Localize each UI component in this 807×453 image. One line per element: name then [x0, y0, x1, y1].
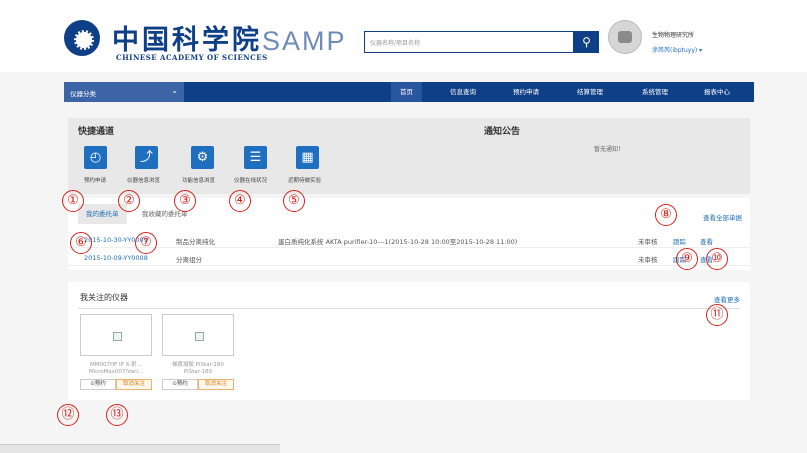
- see-more-link[interactable]: 查看更多: [714, 294, 740, 304]
- annotation-7: ⑦: [135, 232, 157, 254]
- logo-english: CHINESE ACADEMY OF SCIENCES: [116, 53, 268, 62]
- calendar-icon: ▦: [301, 150, 314, 165]
- annotation-1: ①: [62, 190, 84, 212]
- track-link[interactable]: 跟踪: [673, 236, 686, 246]
- instrument-model: PiStar-180: [183, 369, 213, 375]
- user-menu[interactable]: 涂芮芮(ibptuyy) ▾: [652, 45, 702, 54]
- view-all-orders-link[interactable]: 查看全部单据: [703, 212, 742, 222]
- annotation-8: ⑧: [655, 204, 677, 226]
- instrument-model: MicroMax007/Vari...: [88, 369, 144, 375]
- annotation-4: ④: [229, 190, 251, 212]
- instrument-card: 梯度凝胶 PiStar-180 PiStar-180 ⊙预约 取消关注: [162, 314, 234, 390]
- book-button[interactable]: ⊙预约: [80, 379, 116, 390]
- divider: [78, 308, 740, 309]
- logo-chinese: 中国科学院: [112, 25, 262, 56]
- chevron-down-icon: ⌄: [171, 86, 178, 95]
- booking-shortcut-label: 预约申请: [84, 178, 107, 184]
- function-browse-label: 功能信息浏览: [182, 178, 216, 184]
- table-row: 2015-10-09-YY0008 分离组分 未审核 跟踪 查看: [68, 250, 750, 266]
- unfollow-button[interactable]: 取消关注: [116, 379, 152, 390]
- annotation-5: ⑤: [283, 190, 305, 212]
- book-button[interactable]: ⊙预约: [162, 379, 198, 390]
- list-icon: ☰: [249, 150, 262, 165]
- main-nav: 仪器分类 ⌄ 首页 信息查询 预约申请 结算管理 系统管理 报表中心: [64, 82, 754, 102]
- search-input[interactable]: 仪器名称/项目名称: [364, 31, 574, 53]
- annotation-12: ⑫: [57, 404, 79, 426]
- notice-empty-text: 暂无通知！: [594, 146, 625, 153]
- online-status-button[interactable]: ☰: [244, 146, 267, 169]
- instrument-browse-button[interactable]: ⤴: [135, 146, 158, 169]
- upcoming-experiments-button[interactable]: ▦: [296, 146, 319, 169]
- order-detail: 蛋白质纯化系统 AKTA purifier-10---1(2015-10-28 …: [278, 238, 518, 246]
- browser-status-bar: [0, 444, 280, 453]
- annotation-9: ⑨: [676, 248, 698, 270]
- followed-instruments-section: 我关注的仪器 查看更多 MM007HF IP X-射... MicroMax00…: [68, 282, 750, 400]
- category-dropdown[interactable]: 仪器分类 ⌄: [64, 82, 184, 102]
- order-status: 未审核: [638, 238, 658, 246]
- instrument-image[interactable]: [162, 314, 234, 356]
- order-status: 未审核: [638, 256, 658, 264]
- avatar[interactable]: [608, 20, 642, 54]
- instrument-browse-label: 仪器信息浏览: [127, 178, 161, 184]
- instrument-name[interactable]: MM007HF IP X-射...: [80, 360, 152, 368]
- view-link[interactable]: 查看: [700, 236, 713, 246]
- function-browse-button[interactable]: ⚙: [191, 146, 214, 169]
- category-label: 仪器分类: [70, 90, 96, 98]
- nav-home[interactable]: 首页: [391, 82, 422, 102]
- annotation-2: ②: [118, 190, 140, 212]
- nav-info-query[interactable]: 信息查询: [450, 82, 476, 102]
- annotation-6: ⑥: [70, 232, 92, 254]
- logo-samp: SAMP: [262, 26, 347, 56]
- page: 中国科学院 CHINESE ACADEMY OF SCIENCES SAMP 仪…: [0, 0, 807, 453]
- clock-icon: ◴: [89, 150, 102, 165]
- annotation-3: ③: [174, 190, 196, 212]
- booking-shortcut-button[interactable]: ◴: [84, 146, 107, 169]
- online-status-label: 仪器在线状况: [234, 178, 268, 184]
- shortcut-panel: 快捷通道 通知公告 暂无通知！ ◴ 预约申请 ⤴ 仪器信息浏览 ⚙ 功能信息浏览…: [68, 118, 750, 194]
- order-project: 制品分离纯化: [176, 238, 215, 246]
- shortcut-title: 快捷通道: [78, 127, 115, 137]
- unfollow-button[interactable]: 取消关注: [198, 379, 234, 390]
- order-project: 分离组分: [176, 256, 202, 264]
- share-icon: ⤴: [139, 150, 153, 165]
- notice-title: 通知公告: [484, 127, 521, 137]
- upcoming-experiments-label: 近期待做实验: [288, 178, 322, 184]
- header: 中国科学院 CHINESE ACADEMY OF SCIENCES SAMP 仪…: [0, 0, 807, 72]
- annotation-11: ⑪: [706, 304, 728, 326]
- search-icon: ⚲: [582, 35, 591, 49]
- annotation-13: ⑬: [106, 404, 128, 426]
- nav-booking[interactable]: 预约申请: [513, 82, 539, 102]
- organization-name: 生物物理研究所: [652, 32, 695, 39]
- gear-icon: ⚙: [196, 150, 209, 165]
- instrument-image[interactable]: [80, 314, 152, 356]
- followed-title: 我关注的仪器: [80, 293, 128, 302]
- nav-reports[interactable]: 报表中心: [704, 82, 730, 102]
- instrument-name[interactable]: 梯度凝胶 PiStar-180: [162, 360, 234, 368]
- nav-settlement[interactable]: 结算管理: [577, 82, 603, 102]
- search-button[interactable]: ⚲: [574, 31, 599, 53]
- table-row: 2015-10-30-YY0009 制品分离纯化 蛋白质纯化系统 AKTA pu…: [68, 232, 750, 248]
- cas-emblem-icon: [64, 20, 100, 56]
- nav-system[interactable]: 系统管理: [642, 82, 668, 102]
- orders-section: 我的委托单 我收藏的委托单 查看全部单据 2015-10-30-YY0009 制…: [68, 198, 750, 270]
- annotation-10: ⑩: [706, 248, 728, 270]
- order-id-link[interactable]: 2015-10-09-YY0008: [84, 254, 148, 262]
- instrument-card: MM007HF IP X-射... MicroMax007/Vari... ⊙预…: [80, 314, 152, 390]
